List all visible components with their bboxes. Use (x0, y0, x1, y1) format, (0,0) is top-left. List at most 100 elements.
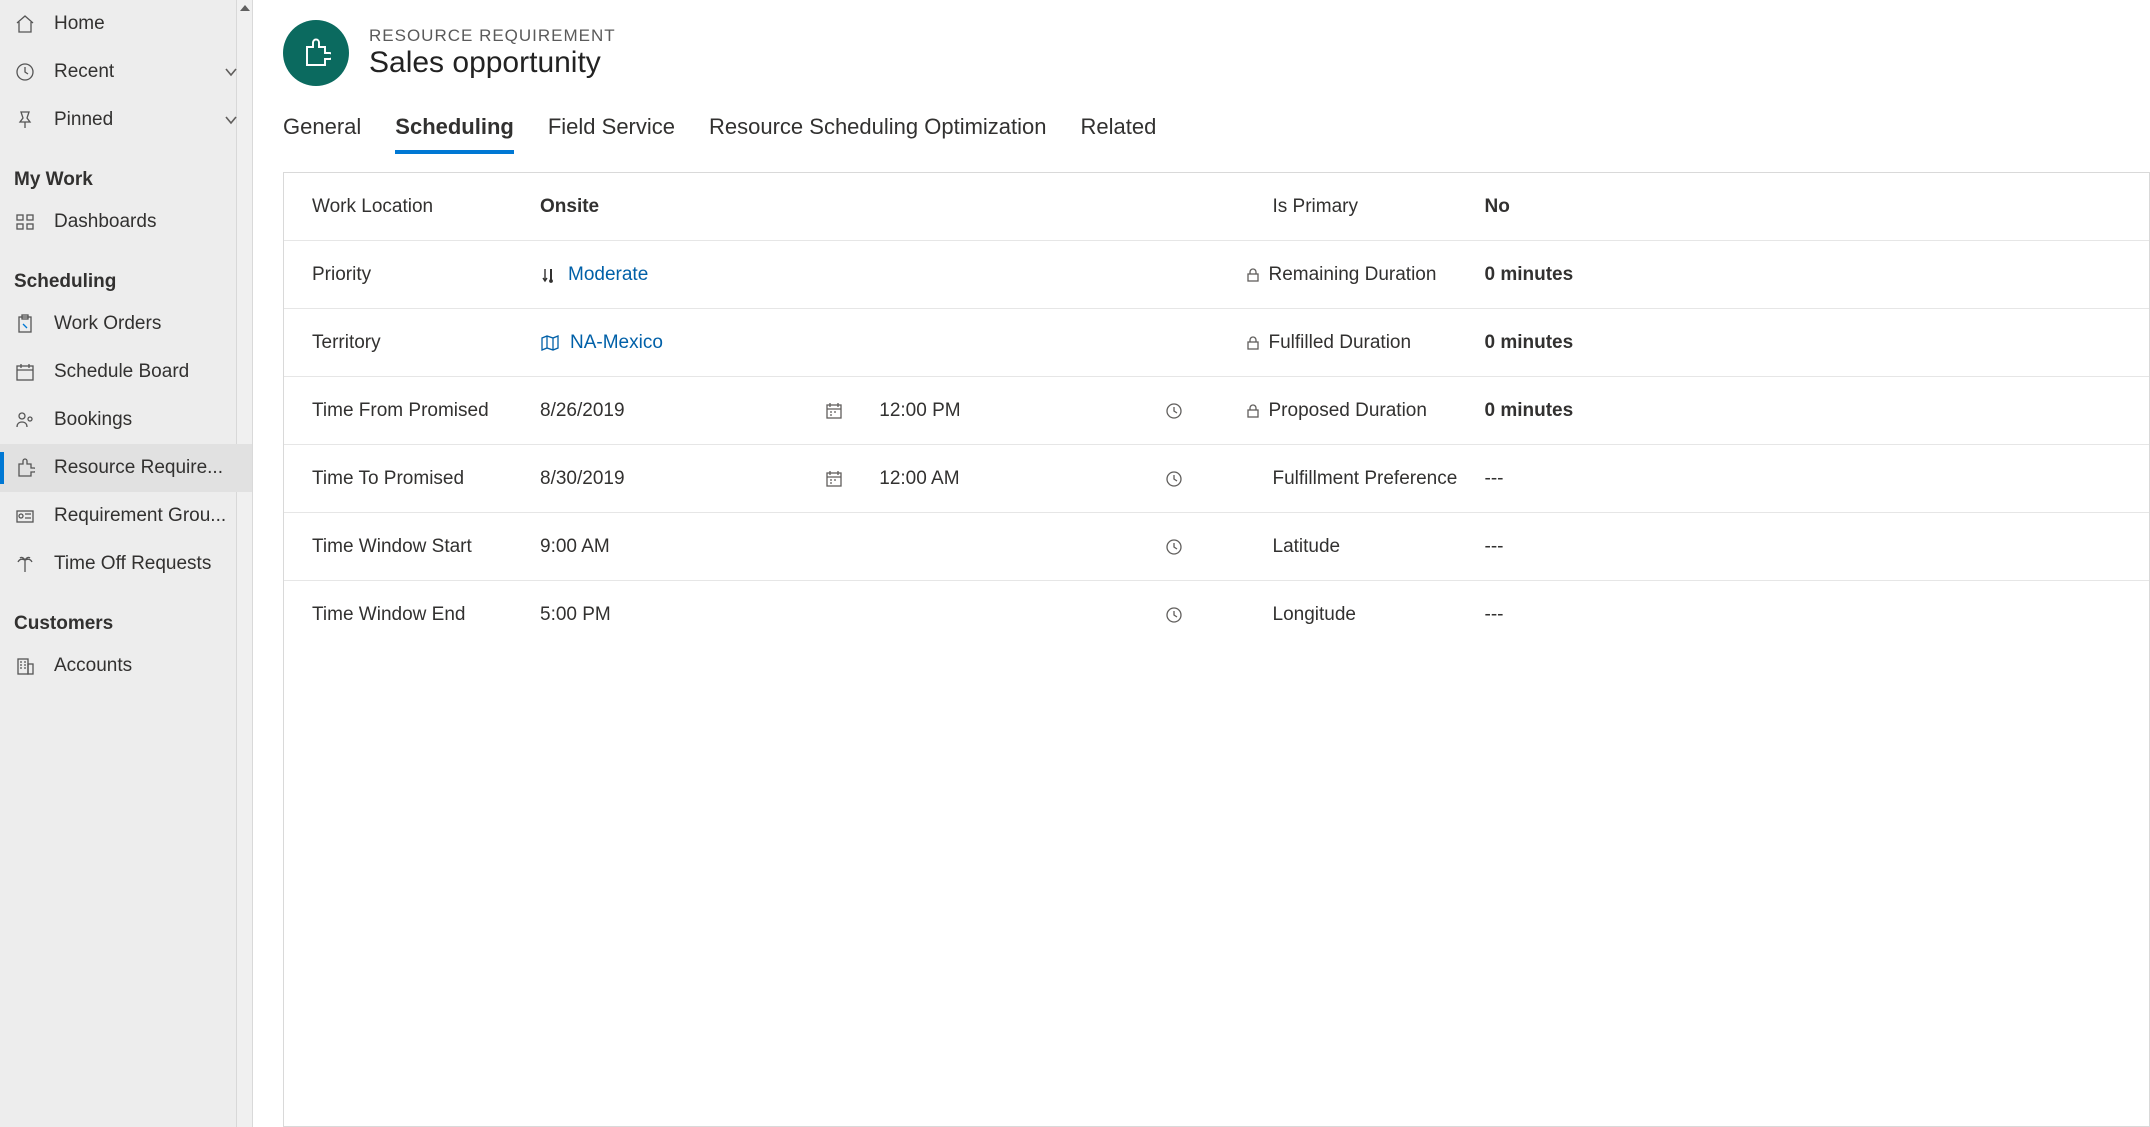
building-icon (14, 655, 36, 677)
puzzle-icon (14, 457, 36, 479)
main-content: RESOURCE REQUIREMENT Sales opportunity G… (253, 0, 2150, 1127)
clock-icon[interactable] (1165, 470, 1189, 488)
card-icon (14, 505, 36, 527)
header-titles: RESOURCE REQUIREMENT Sales opportunity (369, 26, 616, 80)
lock-icon (1245, 267, 1261, 283)
field-label: Remaining Duration (1269, 264, 1437, 286)
sidebar-item-label: Bookings (54, 409, 132, 431)
pin-icon (14, 109, 36, 131)
home-icon (14, 13, 36, 35)
sidebar-item-label: Home (54, 13, 105, 35)
priority-value: Moderate (568, 264, 648, 286)
field-value: NA-Mexico (540, 332, 1189, 354)
sidebar-item-bookings[interactable]: Bookings (0, 396, 252, 444)
form-column-left: Work Location Onsite Priority Moderate T… (284, 173, 1217, 1126)
clock-icon (14, 61, 36, 83)
sidebar-item-requirement-groups[interactable]: Requirement Grou... (0, 492, 252, 540)
field-fulfillment-preference[interactable]: Fulfillment Preference --- (1217, 445, 2150, 513)
field-label: Fulfillment Preference (1273, 468, 1458, 490)
field-label: Work Location (312, 196, 540, 218)
chevron-down-icon (224, 65, 238, 79)
calendar-icon[interactable] (825, 402, 849, 420)
form-tabs: General Scheduling Field Service Resourc… (283, 114, 2150, 154)
sidebar-group-title: Customers (14, 613, 113, 635)
sidebar-item-label: Requirement Grou... (54, 505, 226, 527)
sidebar-item-label: Resource Require... (54, 457, 223, 479)
field-time-from-promised[interactable]: Time From Promised 8/26/2019 12:00 PM (284, 377, 1217, 445)
field-time-window-end[interactable]: Time Window End 5:00 PM (284, 581, 1217, 649)
field-label: Time Window Start (312, 536, 540, 558)
field-is-primary[interactable]: Is Primary No (1217, 173, 2150, 241)
form-panel: Work Location Onsite Priority Moderate T… (283, 172, 2150, 1127)
entity-icon (283, 20, 349, 86)
tab-resource-scheduling-optimization[interactable]: Resource Scheduling Optimization (709, 114, 1047, 154)
lock-icon (1245, 335, 1261, 351)
clock-icon[interactable] (1165, 606, 1189, 624)
field-time-window-start[interactable]: Time Window Start 9:00 AM (284, 513, 1217, 581)
field-priority[interactable]: Priority Moderate (284, 241, 1217, 309)
lock-icon (1245, 403, 1261, 419)
sidebar-item-label: Dashboards (54, 211, 156, 233)
tab-related[interactable]: Related (1081, 114, 1157, 154)
sidebar-item-time-off-requests[interactable]: Time Off Requests (0, 540, 252, 588)
calendar-icon[interactable] (825, 470, 849, 488)
chevron-down-icon (224, 113, 238, 127)
field-longitude[interactable]: Longitude --- (1217, 581, 2150, 649)
sidebar-item-label: Recent (54, 61, 114, 83)
field-label: Fulfilled Duration (1269, 332, 1412, 354)
time-value: 12:00 PM (879, 400, 960, 422)
sidebar-item-accounts[interactable]: Accounts (0, 642, 252, 690)
clock-icon[interactable] (1165, 538, 1189, 556)
field-value: 0 minutes (1485, 264, 2122, 286)
field-label: Latitude (1273, 536, 1341, 558)
sidebar-item-dashboards[interactable]: Dashboards (0, 198, 252, 246)
field-label: Time Window End (312, 604, 540, 626)
sidebar-group-my-work: My Work (0, 144, 252, 198)
field-territory[interactable]: Territory NA-Mexico (284, 309, 1217, 377)
sidebar-item-label: Work Orders (54, 313, 161, 335)
tab-general[interactable]: General (283, 114, 361, 154)
time-value: 5:00 PM (540, 604, 611, 626)
field-time-to-promised[interactable]: Time To Promised 8/30/2019 12:00 AM (284, 445, 1217, 513)
sidebar-item-schedule-board[interactable]: Schedule Board (0, 348, 252, 396)
tab-field-service[interactable]: Field Service (548, 114, 675, 154)
sidebar-item-recent[interactable]: Recent (0, 48, 252, 96)
field-value: --- (1485, 536, 2122, 558)
field-fulfilled-duration: Fulfilled Duration 0 minutes (1217, 309, 2150, 377)
sidebar-item-work-orders[interactable]: Work Orders (0, 300, 252, 348)
sidebar-group-title: Scheduling (14, 271, 116, 293)
priority-icon (540, 266, 558, 284)
clock-icon[interactable] (1165, 402, 1189, 420)
date-value: 8/26/2019 (540, 400, 625, 422)
field-label: Territory (312, 332, 540, 354)
record-header: RESOURCE REQUIREMENT Sales opportunity (283, 20, 2150, 114)
entity-type-label: RESOURCE REQUIREMENT (369, 26, 616, 46)
date-value: 8/30/2019 (540, 468, 625, 490)
field-value: Onsite (540, 196, 1189, 218)
sidebar-item-pinned[interactable]: Pinned (0, 96, 252, 144)
tab-scheduling[interactable]: Scheduling (395, 114, 514, 154)
field-proposed-duration: Proposed Duration 0 minutes (1217, 377, 2150, 445)
sidebar-item-label: Pinned (54, 109, 113, 131)
sidebar-item-home[interactable]: Home (0, 0, 252, 48)
territory-value: NA-Mexico (570, 332, 663, 354)
field-remaining-duration: Remaining Duration 0 minutes (1217, 241, 2150, 309)
field-label: Proposed Duration (1269, 400, 1427, 422)
sidebar-item-resource-requirements[interactable]: Resource Require... (0, 444, 252, 492)
sidebar-group-title: My Work (14, 169, 93, 191)
field-work-location[interactable]: Work Location Onsite (284, 173, 1217, 241)
sidebar-item-label: Schedule Board (54, 361, 189, 383)
field-label: Is Primary (1273, 196, 1359, 218)
sidebar-group-customers: Customers (0, 588, 252, 642)
field-value: --- (1485, 604, 2122, 626)
field-value: 0 minutes (1485, 400, 2122, 422)
field-label: Time To Promised (312, 468, 540, 490)
time-value: 9:00 AM (540, 536, 610, 558)
field-value: No (1485, 196, 2122, 218)
field-latitude[interactable]: Latitude --- (1217, 513, 2150, 581)
person-icon (14, 409, 36, 431)
form-column-right: Is Primary No Remaining Duration 0 minut… (1217, 173, 2150, 1126)
field-value: 0 minutes (1485, 332, 2122, 354)
sidebar: Home Recent Pinned My Work Dashboards Sc… (0, 0, 253, 1127)
sidebar-group-scheduling: Scheduling (0, 246, 252, 300)
